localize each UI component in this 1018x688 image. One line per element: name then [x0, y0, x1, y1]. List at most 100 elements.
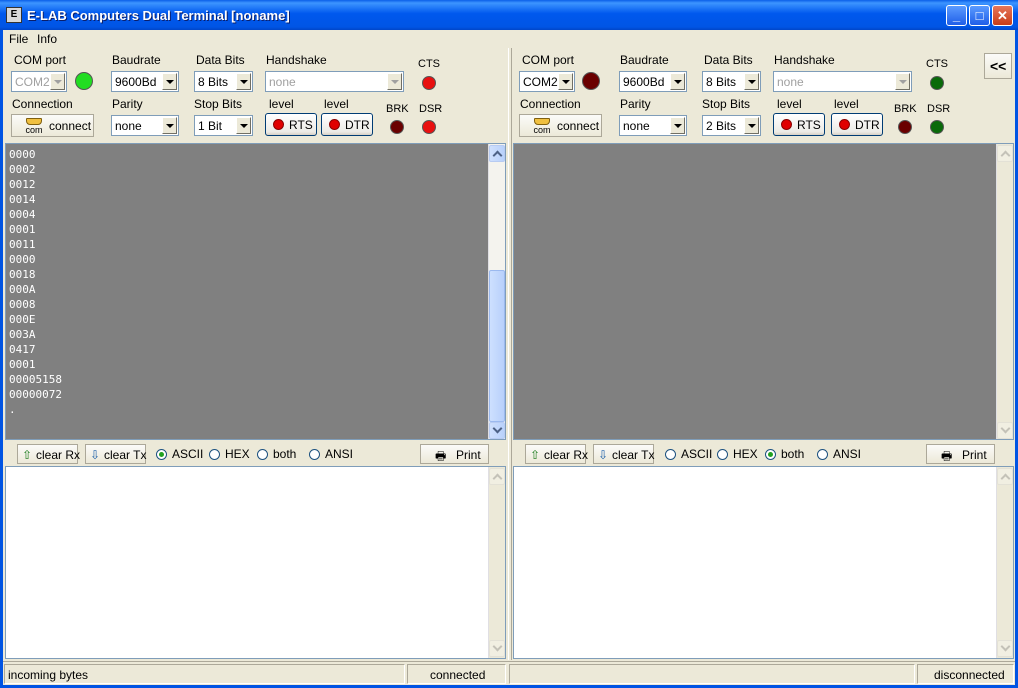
right-clear-tx-button[interactable]: ⇩ clear Tx	[593, 444, 654, 464]
scroll-up-button[interactable]	[489, 145, 505, 162]
left-ansi-radio[interactable]	[309, 449, 320, 460]
left-cts-label: CTS	[418, 58, 440, 70]
receive-line: 0004	[9, 208, 36, 221]
left-baudrate-label: Baudrate	[112, 53, 161, 67]
receive-line: 0014	[9, 193, 36, 206]
left-rx-scrollbar[interactable]	[488, 144, 505, 439]
right-com-port-select[interactable]: COM2	[519, 71, 575, 92]
right-rx-scrollbar[interactable]	[996, 144, 1013, 439]
chevron-down-icon	[492, 641, 503, 652]
left-receive-area[interactable]: 0000 0002 0012 0014 0004 0001 0011 0000 0018 000A…	[5, 143, 506, 440]
left-parity-select[interactable]: none	[111, 115, 179, 136]
scroll-up-button[interactable]	[997, 468, 1013, 485]
arrow-up-icon: ⇧	[530, 448, 541, 462]
right-hex-radio[interactable]	[717, 449, 728, 460]
chevron-down-icon	[236, 117, 251, 134]
receive-line: 00005158	[9, 373, 62, 386]
left-hex-radio[interactable]	[209, 449, 220, 460]
arrow-down-icon: ⇩	[598, 448, 609, 462]
right-ascii-radio[interactable]	[665, 449, 676, 460]
right-rts-level-label: level	[777, 97, 802, 111]
chevron-up-icon	[492, 150, 503, 161]
close-button[interactable]: ✕	[992, 5, 1013, 26]
right-clear-rx-button[interactable]: ⇧ clear Rx	[525, 444, 588, 464]
chevron-down-icon	[670, 117, 685, 134]
chevron-up-icon	[492, 473, 503, 484]
chevron-down-icon	[492, 423, 503, 434]
scroll-down-button[interactable]	[997, 640, 1013, 657]
left-clear-rx-button[interactable]: ⇧ clear Rx	[17, 444, 80, 464]
right-handshake-label: Handshake	[774, 53, 835, 67]
receive-line: 0000	[9, 253, 36, 266]
right-connect-button[interactable]: com connect	[519, 114, 602, 137]
left-handshake-select[interactable]: none	[265, 71, 404, 92]
chevron-up-icon	[1000, 150, 1011, 161]
right-dtr-button[interactable]: DTR	[831, 113, 883, 136]
left-baudrate-select[interactable]: 9600Bd	[111, 71, 179, 92]
scroll-down-button[interactable]	[489, 422, 505, 439]
minimize-button[interactable]: _	[946, 5, 967, 26]
right-handshake-select[interactable]: none	[773, 71, 912, 92]
receive-line: 000E	[9, 313, 36, 326]
left-com-port-select[interactable]: COM2	[11, 71, 67, 92]
app-icon: E	[6, 7, 22, 23]
panel-splitter[interactable]	[508, 48, 512, 660]
receive-line: 0018	[9, 268, 36, 281]
left-tx-scrollbar[interactable]	[488, 467, 505, 658]
left-dtr-button[interactable]: DTR	[321, 113, 373, 136]
chevron-down-icon	[162, 117, 177, 134]
left-rts-button[interactable]: RTS	[265, 113, 317, 136]
left-dsr-led	[422, 120, 436, 134]
scroll-up-button[interactable]	[997, 145, 1013, 162]
left-brk-led	[390, 120, 404, 134]
menu-file[interactable]: File	[9, 32, 28, 46]
collapse-panel-button[interactable]: <<	[984, 53, 1012, 79]
right-connection-label: Connection	[520, 97, 581, 111]
scroll-down-button[interactable]	[489, 640, 505, 657]
right-parity-select[interactable]: none	[619, 115, 687, 136]
right-print-button[interactable]: 🖶 Print	[926, 444, 995, 464]
left-status-message: incoming bytes	[4, 664, 405, 684]
right-rts-button[interactable]: RTS	[773, 113, 825, 136]
left-stop-bits-select[interactable]: 1 Bit	[194, 115, 253, 136]
scroll-down-button[interactable]	[997, 422, 1013, 439]
printer-icon: 🖶	[435, 449, 447, 463]
left-both-radio[interactable]	[257, 449, 268, 460]
menu-bar: File Info	[3, 30, 1015, 48]
left-handshake-label: Handshake	[266, 53, 327, 67]
menu-info[interactable]: Info	[37, 32, 57, 46]
title-bar[interactable]: E E-LAB Computers Dual Terminal [noname]…	[0, 0, 1018, 30]
left-ascii-radio[interactable]	[156, 449, 167, 460]
right-tx-scrollbar[interactable]	[996, 467, 1013, 658]
left-brk-label: BRK	[386, 103, 409, 115]
left-connect-button[interactable]: com connect	[11, 114, 94, 137]
right-parity-label: Parity	[620, 97, 651, 111]
left-data-bits-label: Data Bits	[196, 53, 245, 67]
chevron-down-icon	[1000, 641, 1011, 652]
left-com-port-label: COM port	[14, 53, 67, 67]
receive-line: 0001	[9, 358, 36, 371]
left-print-button[interactable]: 🖶 Print	[420, 444, 489, 464]
right-receive-area[interactable]	[513, 143, 1014, 440]
right-data-bits-select[interactable]: 8 Bits	[702, 71, 761, 92]
right-both-radio[interactable]	[765, 449, 776, 460]
left-connection-label: Connection	[12, 97, 73, 111]
left-transmit-area[interactable]	[5, 466, 506, 659]
chevron-down-icon	[50, 73, 65, 90]
right-ansi-radio[interactable]	[817, 449, 828, 460]
left-data-bits-select[interactable]: 8 Bits	[194, 71, 253, 92]
status-bar: incoming bytes connected disconnected	[3, 661, 1015, 685]
right-dtr-level-label: level	[834, 97, 859, 111]
serial-port-icon: com	[530, 117, 554, 136]
left-clear-tx-button[interactable]: ⇩ clear Tx	[85, 444, 146, 464]
right-stop-bits-select[interactable]: 2 Bits	[702, 115, 761, 136]
scroll-up-button[interactable]	[489, 468, 505, 485]
left-stop-bits-label: Stop Bits	[194, 97, 243, 111]
maximize-button[interactable]: □	[969, 5, 990, 26]
right-status-message	[509, 664, 915, 684]
chevron-down-icon	[744, 117, 759, 134]
right-transmit-area[interactable]	[513, 466, 1014, 659]
scroll-thumb[interactable]	[489, 270, 505, 422]
right-cts-label: CTS	[926, 58, 948, 70]
right-baudrate-select[interactable]: 9600Bd	[619, 71, 687, 92]
